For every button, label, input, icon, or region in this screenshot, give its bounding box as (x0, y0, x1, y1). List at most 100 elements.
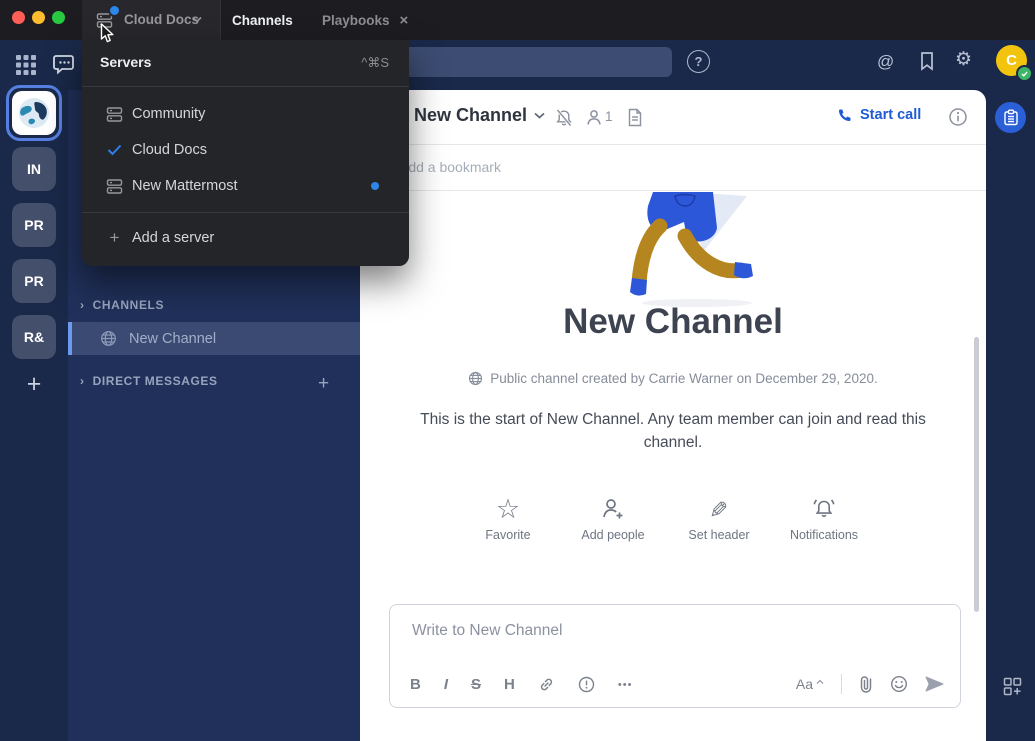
channel-created-text: Public channel created by Carrie Warner … (490, 371, 877, 386)
channel-intro-illustration (615, 190, 785, 310)
tab-playbooks[interactable]: Playbooks × (322, 0, 408, 40)
recent-mentions-icon[interactable]: @ (877, 52, 894, 72)
team-initials: PR (24, 217, 43, 233)
team-initials: IN (27, 161, 41, 177)
channels-category[interactable]: › CHANNELS (80, 298, 164, 312)
add-bookmark-label[interactable]: Add a bookmark (399, 159, 501, 175)
pinned-file-icon[interactable] (627, 108, 643, 127)
channel-header: New Channel 1 (360, 90, 986, 145)
menu-item-community[interactable]: Community (82, 96, 409, 132)
team-avatar-globe[interactable] (12, 91, 56, 135)
channel-intro-meta: Public channel created by Carrie Warner … (360, 371, 986, 386)
team-avatar[interactable]: PR (12, 203, 56, 247)
tab-channels[interactable]: Channels (232, 0, 293, 40)
strikethrough-button[interactable]: S (471, 676, 481, 693)
close-tab-icon[interactable]: × (400, 12, 409, 29)
star-icon: ☆ (496, 496, 520, 522)
add-apps-icon[interactable] (1003, 677, 1022, 696)
tab-channels-label: Channels (232, 13, 293, 28)
add-direct-message-button[interactable]: + (318, 373, 329, 395)
bookmark-bar[interactable]: Add a bookmark (360, 145, 986, 191)
globe-image (16, 95, 52, 131)
more-formatting-icon[interactable]: ••• (618, 679, 633, 691)
avatar-initial: C (1006, 52, 1017, 69)
tab-playbooks-label: Playbooks (322, 13, 390, 28)
favorite-label: Favorite (453, 528, 563, 542)
chevron-down-icon (192, 16, 202, 23)
globe-icon (100, 330, 117, 347)
server-icon (106, 178, 123, 195)
chevron-right-icon: › (80, 374, 85, 388)
online-status-badge (1016, 65, 1033, 82)
show-formatting-button[interactable]: Aa (796, 676, 824, 692)
composer-right-controls: Aa (796, 674, 944, 694)
minimize-window-button[interactable] (32, 11, 45, 24)
servers-menu-title: Servers (100, 54, 151, 70)
help-icon[interactable]: ? (687, 50, 710, 73)
team-initials: PR (24, 273, 43, 289)
members-icon[interactable] (585, 108, 603, 127)
message-input[interactable] (410, 621, 934, 641)
bold-button[interactable]: B (410, 676, 421, 693)
main-content: New Channel 1 (360, 90, 986, 741)
titlebar: Cloud Docs Channels Playbooks × (0, 0, 1035, 40)
direct-messages-category[interactable]: › DIRECT MESSAGES (80, 374, 218, 388)
menu-item-label: Cloud Docs (132, 142, 207, 158)
saved-posts-icon[interactable] (918, 51, 936, 72)
server-unread-dot (108, 4, 121, 17)
channel-intro-title: New Channel (360, 302, 986, 342)
notifications-label: Notifications (769, 528, 879, 542)
caret-up-icon (816, 679, 824, 685)
menu-item-new-mattermost[interactable]: New Mattermost (82, 168, 409, 204)
heading-button[interactable]: H (504, 676, 515, 693)
message-composer[interactable]: B I S H ••• Aa (389, 604, 961, 708)
menu-divider (82, 212, 409, 213)
server-icon (106, 106, 123, 123)
add-person-icon (558, 490, 668, 522)
close-window-button[interactable] (12, 11, 25, 24)
zoom-window-button[interactable] (52, 11, 65, 24)
muted-bell-icon[interactable] (554, 108, 574, 128)
menu-item-cloud-docs[interactable]: Cloud Docs (82, 132, 409, 168)
add-server-label: Add a server (132, 230, 214, 246)
link-icon[interactable] (538, 676, 555, 693)
plus-icon: + (106, 228, 123, 248)
content-scrollbar[interactable] (974, 337, 979, 612)
channel-title: New Channel (414, 105, 527, 126)
toolbar-divider (841, 674, 842, 694)
product-switcher-icon[interactable] (14, 53, 38, 77)
sidebar-channel-label: New Channel (129, 331, 216, 347)
sidebar-item-new-channel[interactable]: New Channel (68, 322, 360, 355)
channel-title-menu[interactable]: New Channel (414, 105, 545, 126)
menu-divider (82, 86, 409, 87)
add-team-button[interactable]: + (12, 370, 56, 399)
servers-dropdown-menu: Servers ^⌘S Community Cloud Docs (82, 40, 409, 266)
pencil-icon: ✎ (709, 498, 728, 522)
menu-item-label: Community (132, 106, 205, 122)
search-input[interactable] (378, 47, 672, 77)
add-server-menu-item[interactable]: + Add a server (82, 220, 409, 256)
italic-button[interactable]: I (444, 676, 448, 693)
set-header-label: Set header (664, 528, 774, 542)
set-header-button[interactable]: ✎ Set header (664, 490, 774, 542)
globe-icon (468, 371, 483, 386)
playbooks-app-icon[interactable] (995, 102, 1026, 133)
start-call-button[interactable]: Start call (837, 107, 921, 123)
add-people-button[interactable]: Add people (558, 490, 668, 542)
attachment-icon[interactable] (859, 675, 873, 694)
team-avatar[interactable]: R& (12, 315, 56, 359)
channel-info-icon[interactable] (948, 107, 968, 127)
favorite-button[interactable]: ☆ Favorite (453, 490, 563, 542)
send-icon[interactable] (925, 676, 944, 692)
priority-icon[interactable] (578, 676, 595, 693)
channels-product-icon[interactable] (52, 51, 79, 78)
add-people-label: Add people (558, 528, 668, 542)
notifications-button[interactable]: Notifications (769, 490, 879, 542)
team-avatar[interactable]: IN (12, 147, 56, 191)
app-bar (986, 90, 1035, 741)
team-avatar[interactable]: PR (12, 259, 56, 303)
chevron-right-icon: › (80, 298, 85, 312)
emoji-icon[interactable] (890, 675, 908, 693)
team-initials: R& (24, 329, 44, 345)
settings-gear-icon[interactable]: ⚙ (955, 48, 972, 71)
